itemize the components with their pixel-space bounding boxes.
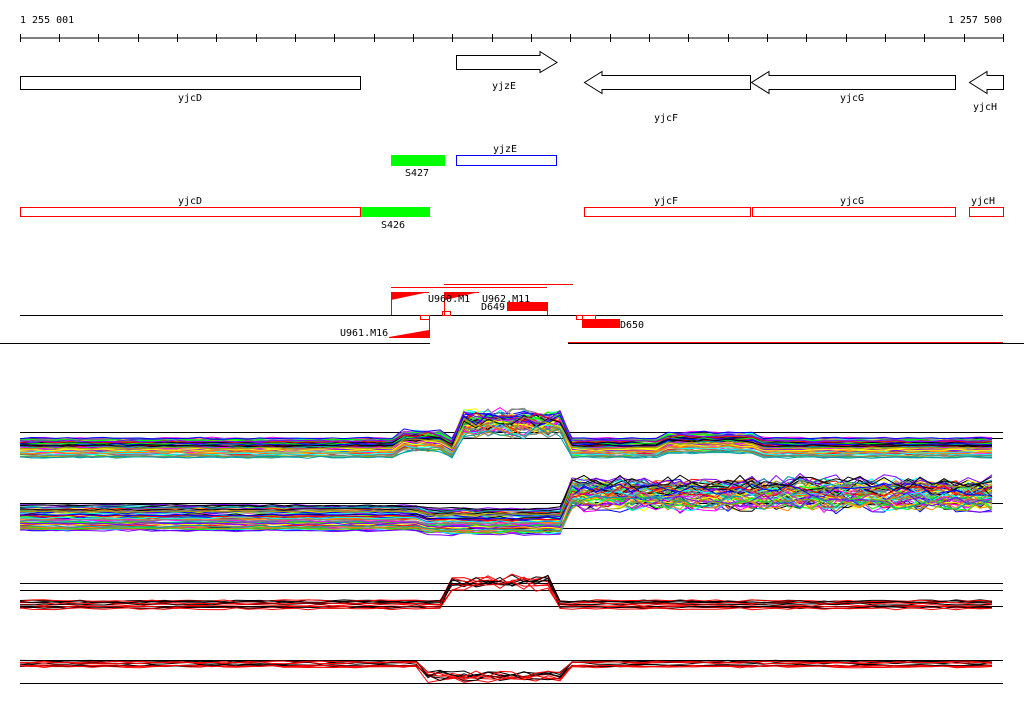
- expression-trace: [19, 574, 993, 603]
- feature-S426[interactable]: [361, 207, 430, 217]
- transcript-track: U960.M1 U962.M11 D649 D650 U961.M16: [0, 284, 1024, 344]
- gene-label: yjcH: [973, 102, 997, 113]
- transcript-label: U960.M1: [428, 294, 470, 305]
- feature-S427[interactable]: [391, 155, 445, 166]
- feature-yjcH-red[interactable]: [969, 207, 1004, 217]
- transcript-label: D649: [481, 302, 505, 313]
- gene-yjcF-arrow[interactable]: [583, 70, 751, 95]
- ruler-start-label: 1 255 001: [20, 15, 74, 26]
- gene-yjcD[interactable]: [20, 76, 361, 90]
- feature-yjcD-red[interactable]: [20, 207, 361, 217]
- transcript-U960-triangle[interactable]: [391, 292, 429, 300]
- transcript-D650[interactable]: [582, 319, 620, 328]
- gene-label: yjcD: [178, 93, 202, 104]
- transcript-label: D650: [620, 320, 644, 331]
- expression-trace: [19, 573, 993, 603]
- expression-traces: [19, 407, 1003, 684]
- feature-yjcG-red[interactable]: [752, 207, 956, 217]
- gene-yjzE-arrow[interactable]: [456, 50, 558, 74]
- feature-label: yjcD: [178, 196, 202, 207]
- feature-label: yjzE: [493, 144, 517, 155]
- expression-trace: [19, 574, 993, 604]
- genome-browser: 1 255 001 1 257 500 yjcD yjzE yjcF yjcG …: [0, 15, 1024, 684]
- transcript-U961-triangle[interactable]: [389, 330, 429, 337]
- feature-yjcF-red[interactable]: [584, 207, 751, 217]
- gene-label: yjzE: [492, 81, 516, 92]
- gene-label: yjcF: [654, 113, 678, 124]
- feature-label: S427: [405, 168, 429, 179]
- gene-yjcG-arrow[interactable]: [750, 70, 956, 95]
- feature-label: S426: [381, 220, 405, 231]
- feature-yjzE-blue[interactable]: [456, 155, 557, 166]
- transcript-label: U961.M16: [340, 328, 388, 339]
- feature-label: yjcF: [654, 196, 678, 207]
- gene-label: yjcG: [840, 93, 864, 104]
- feature-label: yjcG: [840, 196, 864, 207]
- ruler-end-label: 1 257 500: [948, 15, 1002, 26]
- expression-trace: [19, 581, 993, 611]
- ruler: 1 255 001 1 257 500: [20, 15, 1004, 42]
- gene-yjcH-arrow[interactable]: [968, 70, 1004, 95]
- feature-label: yjcH: [971, 196, 995, 207]
